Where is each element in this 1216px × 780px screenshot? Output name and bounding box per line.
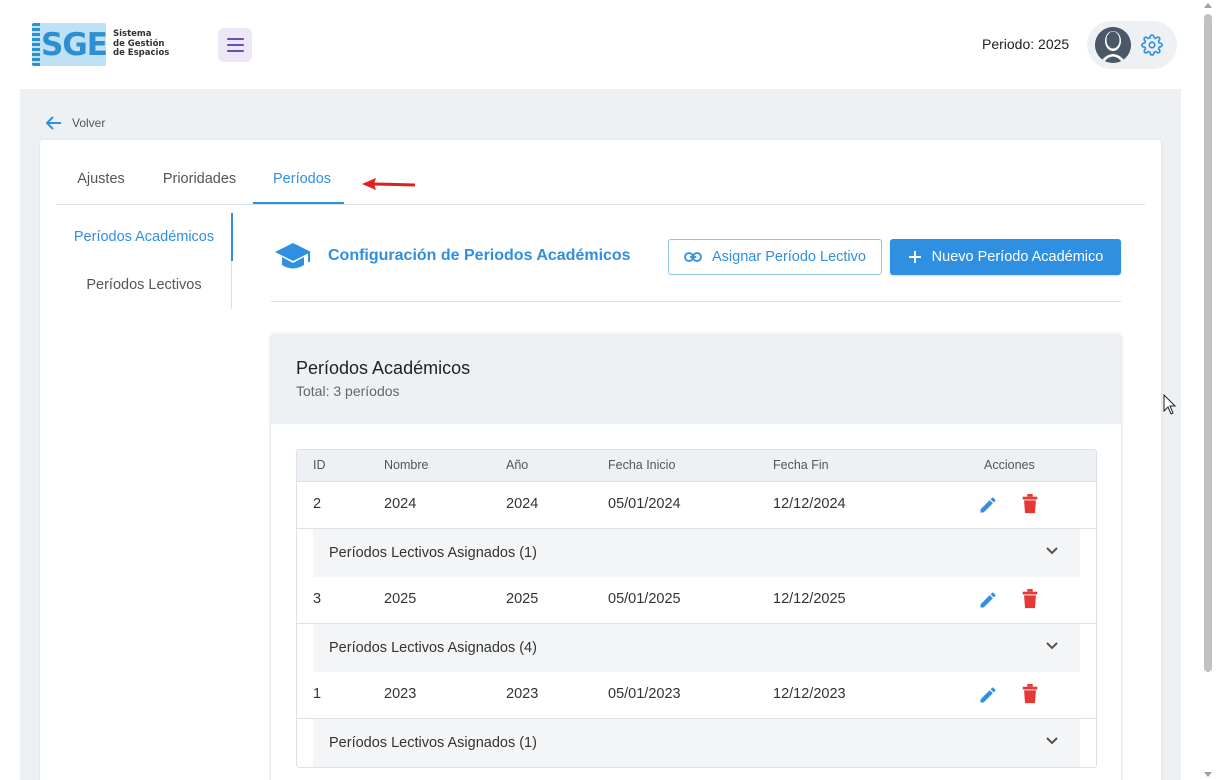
edit-pencil-icon[interactable] (978, 495, 998, 515)
cell-id: 1 (313, 686, 322, 702)
cell-anio: 2024 (506, 496, 539, 512)
menu-bar (226, 50, 244, 52)
cell-fecha-fin: 12/12/2025 (773, 591, 846, 607)
cell-id: 3 (313, 591, 322, 607)
delete-trash-icon[interactable] (1021, 494, 1039, 514)
config-title: Configuración de Periodos Académicos (328, 247, 631, 264)
periods-table: ID Nombre Año Fecha Inicio Fecha Fin Acc… (296, 449, 1097, 768)
list-header: Períodos Académicos Total: 3 períodos (271, 334, 1121, 424)
delete-trash-icon[interactable] (1021, 684, 1039, 704)
back-label: Volver (72, 116, 106, 130)
cell-fecha-fin: 12/12/2024 (773, 496, 846, 512)
active-indicator (231, 213, 233, 261)
edit-pencil-icon[interactable] (978, 590, 998, 610)
table-row: 2 2024 2024 05/01/2024 12/12/2024 (297, 482, 1096, 529)
side-nav: Períodos Académicos Períodos Lectivos (56, 213, 233, 309)
assign-period-button[interactable]: Asignar Período Lectivo (668, 239, 882, 275)
lectivos-expander-wrap: Períodos Lectivos Asignados (1) (297, 719, 1096, 767)
logo-stripes (32, 23, 40, 66)
lectivos-expander-wrap: Períodos Lectivos Asignados (1) (297, 529, 1096, 577)
vertical-scrollbar[interactable] (1200, 0, 1216, 780)
cell-id: 2 (313, 496, 322, 512)
user-menu[interactable] (1087, 21, 1177, 69)
link-icon (684, 252, 702, 262)
sidenav-item-periodos-lectivos[interactable]: Períodos Lectivos (56, 261, 232, 309)
column-header-id: ID (313, 458, 326, 472)
cell-fecha-fin: 12/12/2023 (773, 686, 846, 702)
cell-fecha-inicio: 05/01/2023 (608, 686, 681, 702)
list-total: Total: 3 períodos (296, 383, 400, 399)
column-header-fecha-fin: Fecha Fin (773, 458, 829, 472)
cell-nombre: 2025 (384, 591, 417, 607)
mouse-cursor-icon (1163, 394, 1177, 415)
lectivos-label: Períodos Lectivos Asignados (1) (329, 545, 537, 561)
lectivos-expander[interactable]: Períodos Lectivos Asignados (1) (313, 529, 1080, 577)
column-header-nombre: Nombre (384, 458, 429, 472)
config-header: Configuración de Periodos Académicos Asi… (271, 230, 1121, 302)
lectivos-label: Períodos Lectivos Asignados (4) (329, 640, 537, 656)
plus-icon (908, 251, 921, 263)
assign-period-label: Asignar Período Lectivo (712, 249, 866, 265)
cell-nombre: 2023 (384, 686, 417, 702)
hamburger-menu-icon[interactable] (218, 28, 252, 62)
settings-card: Ajustes Prioridades Períodos Períodos Ac… (40, 140, 1161, 780)
tab-bar: Ajustes Prioridades Períodos (56, 140, 1145, 205)
lectivos-expander[interactable]: Períodos Lectivos Asignados (1) (313, 719, 1080, 767)
cell-nombre: 2024 (384, 496, 417, 512)
chevron-down-icon (1046, 642, 1058, 650)
chevron-down-icon (1046, 737, 1058, 745)
periods-list-card: Períodos Académicos Total: 3 períodos ID… (271, 334, 1121, 780)
user-avatar-icon[interactable] (1095, 27, 1131, 63)
gear-icon[interactable] (1141, 34, 1163, 56)
sidenav-item-periodos-academicos[interactable]: Períodos Académicos (56, 213, 233, 261)
logo-text: SGE (41, 27, 106, 63)
lectivos-label: Períodos Lectivos Asignados (1) (329, 735, 537, 751)
sge-logo[interactable]: SGE (32, 23, 106, 66)
chevron-down-icon (1046, 547, 1058, 555)
column-header-acciones: Acciones (984, 458, 1035, 472)
delete-trash-icon[interactable] (1021, 589, 1039, 609)
lectivos-expander-wrap: Períodos Lectivos Asignados (4) (297, 624, 1096, 672)
cell-anio: 2025 (506, 591, 539, 607)
red-annotation-arrow-icon (362, 178, 416, 190)
menu-bar (226, 44, 244, 46)
top-header: SGE Sistema de Gestión de Espacios Perio… (0, 0, 1200, 89)
current-period-label: Periodo: 2025 (982, 36, 1070, 52)
lectivos-expander[interactable]: Períodos Lectivos Asignados (4) (313, 624, 1080, 672)
scrollbar-thumb[interactable] (1204, 14, 1212, 672)
sidenav-label: Períodos Lectivos (86, 277, 202, 293)
scroll-up-arrow-icon[interactable] (1204, 3, 1212, 8)
graduation-cap-icon (275, 243, 311, 269)
menu-bar (226, 38, 244, 40)
tab-ajustes[interactable]: Ajustes (56, 140, 146, 204)
cell-fecha-inicio: 05/01/2025 (608, 591, 681, 607)
logo-subtitle: Sistema de Gestión de Espacios (113, 29, 170, 59)
cell-fecha-inicio: 05/01/2024 (608, 496, 681, 512)
table-header: ID Nombre Año Fecha Inicio Fecha Fin Acc… (297, 450, 1096, 482)
new-period-label: Nuevo Período Académico (931, 249, 1104, 265)
new-period-button[interactable]: Nuevo Período Académico (890, 239, 1121, 275)
tab-prioridades[interactable]: Prioridades (142, 140, 257, 204)
back-link[interactable]: Volver (46, 116, 105, 130)
edit-pencil-icon[interactable] (978, 685, 998, 705)
column-header-fecha-inicio: Fecha Inicio (608, 458, 676, 472)
cell-anio: 2023 (506, 686, 539, 702)
content-area: Volver Ajustes Prioridades Períodos Perí… (20, 89, 1181, 780)
arrow-left-icon (46, 116, 61, 130)
column-header-anio: Año (506, 458, 529, 472)
table-row: 1 2023 2023 05/01/2023 12/12/2023 (297, 672, 1096, 719)
logo-sub-line-3: de Espacios (113, 48, 170, 58)
list-title: Períodos Académicos (296, 358, 471, 378)
sidenav-label: Períodos Académicos (73, 229, 215, 245)
scroll-down-arrow-icon[interactable] (1204, 772, 1212, 777)
tab-periodos[interactable]: Períodos (253, 140, 344, 204)
table-row: 3 2025 2025 05/01/2025 12/12/2025 (297, 577, 1096, 624)
